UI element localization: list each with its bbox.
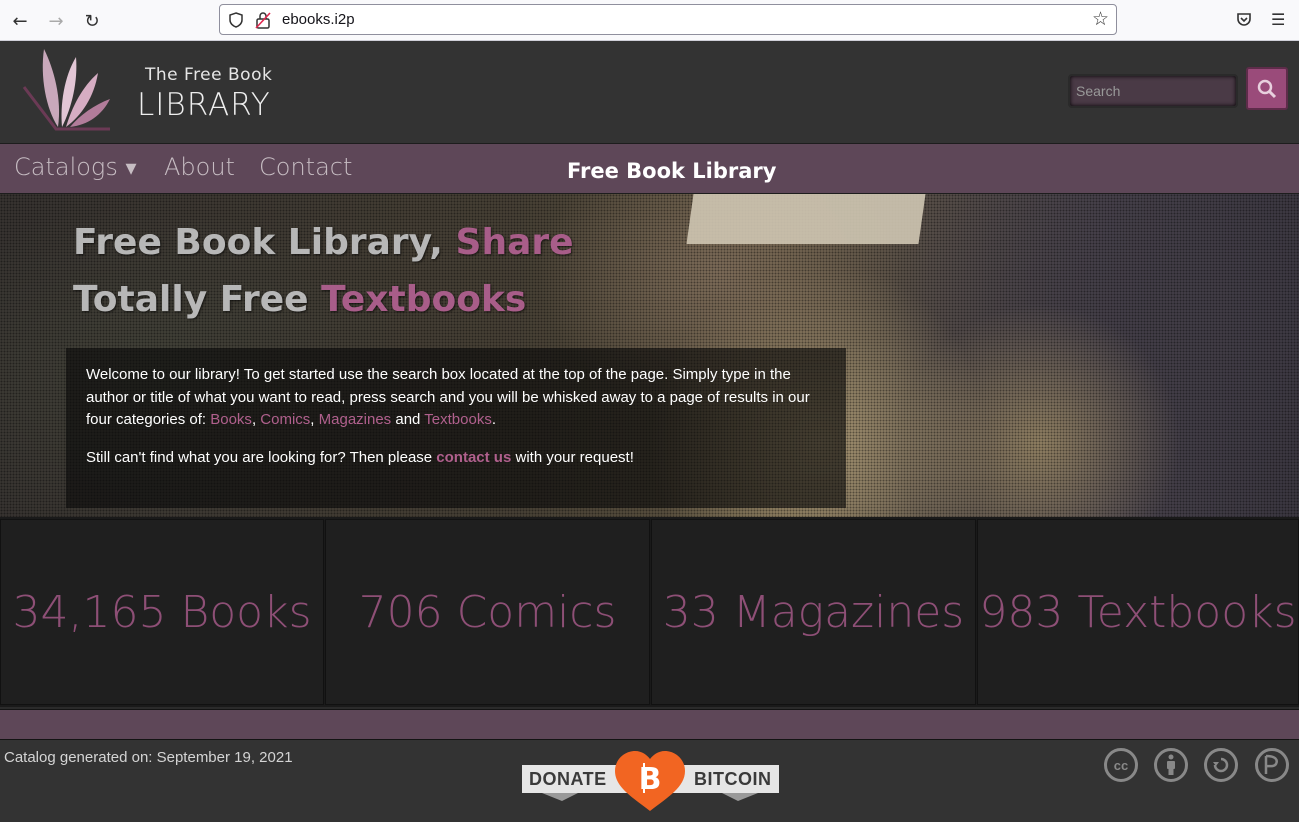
creative-commons-icon[interactable]: cc (1104, 748, 1138, 782)
link-magazines[interactable]: Magazines (319, 411, 392, 428)
share-alike-icon[interactable] (1204, 748, 1238, 782)
logo-title: LIBRARY (137, 87, 271, 123)
stat-magazines-label: 33 Magazines (662, 586, 965, 638)
pocket-icon[interactable] (1236, 12, 1252, 28)
stats-row: 34,165 Books 706 Comics 33 Magazines 983… (0, 517, 1299, 707)
stat-textbooks[interactable]: 983 Textbooks (977, 519, 1299, 705)
hero-headline-prefix: Totally Free (73, 279, 322, 320)
contact-prefix: Still can't find what you are looking fo… (86, 449, 437, 466)
stat-textbooks-label: 983 Textbooks (979, 586, 1297, 638)
search-icon (1257, 79, 1277, 98)
site-header: The Free Book LIBRARY (0, 41, 1299, 143)
nav-about[interactable]: About (164, 153, 235, 181)
contact-paragraph: Still can't find what you are looking fo… (86, 447, 826, 470)
url-text: ebooks.i2p (282, 11, 355, 28)
bookmark-star-icon[interactable]: ☆ (1092, 8, 1109, 30)
search-input[interactable] (1068, 74, 1238, 108)
hero-headline-line2: Totally Free Textbooks (73, 279, 526, 320)
reload-icon[interactable]: ↻ (80, 9, 104, 33)
insecure-lock-icon[interactable] (255, 11, 271, 29)
nav-catalogs-label: Catalogs (14, 153, 118, 181)
nav-catalogs[interactable]: Catalogs ▾ (14, 153, 137, 181)
site-title: Free Book Library (567, 159, 777, 183)
welcome-paragraph: Welcome to our library! To get started u… (86, 364, 826, 432)
menu-icon[interactable]: ☰ (1271, 10, 1285, 29)
browser-toolbar: ← → ↻ ebooks.i2p ☆ ☰ (0, 0, 1299, 41)
contact-suffix: with your request! (511, 449, 634, 466)
catalog-date: Catalog generated on: September 19, 2021 (4, 749, 293, 766)
separator: . (491, 411, 496, 428)
hero-headline-highlight: Textbooks (321, 279, 527, 320)
site-footer: Catalog generated on: September 19, 2021… (0, 740, 1299, 822)
donate-label: DONATE (529, 769, 607, 789)
attribution-icon[interactable] (1154, 748, 1188, 782)
book-logo-icon[interactable] (18, 47, 114, 131)
bitcoin-label: BITCOIN (694, 769, 772, 789)
logo-tagline: The Free Book (145, 65, 273, 85)
stat-books[interactable]: 34,165 Books (0, 519, 324, 705)
main-nav: Catalogs ▾ About Contact Free Book Libra… (0, 143, 1299, 194)
link-textbooks[interactable]: Textbooks (424, 411, 492, 428)
donate-bitcoin-button[interactable]: B DONATE BITCOIN (522, 749, 779, 813)
divider-band (0, 709, 1299, 740)
stat-books-label: 34,165 Books (12, 586, 312, 638)
link-books[interactable]: Books (210, 411, 252, 428)
stat-magazines[interactable]: 33 Magazines (651, 519, 976, 705)
contact-us-link[interactable]: contact us (436, 449, 511, 466)
stat-comics-label: 706 Comics (358, 586, 617, 638)
hero-headline-line1: Free Book Library, Share (73, 222, 574, 263)
search-button[interactable] (1246, 67, 1288, 110)
hero-headline-highlight: Share (455, 222, 574, 263)
shield-icon[interactable] (228, 12, 244, 28)
stat-comics[interactable]: 706 Comics (325, 519, 650, 705)
chevron-down-icon: ▾ (125, 156, 137, 181)
address-bar[interactable]: ebooks.i2p ☆ (219, 4, 1117, 35)
nav-contact[interactable]: Contact (259, 153, 352, 181)
hero-background-image (686, 194, 926, 244)
separator: and (391, 411, 425, 428)
hero-headline-prefix: Free Book Library, (73, 222, 456, 263)
link-comics[interactable]: Comics (260, 411, 310, 428)
hero-banner: Free Book Library, Share Totally Free Te… (0, 194, 1299, 517)
separator: , (310, 411, 319, 428)
forward-icon[interactable]: → (44, 9, 68, 33)
pirate-party-icon[interactable] (1255, 748, 1289, 782)
svg-text:B: B (639, 762, 662, 797)
back-icon[interactable]: ← (8, 9, 32, 33)
